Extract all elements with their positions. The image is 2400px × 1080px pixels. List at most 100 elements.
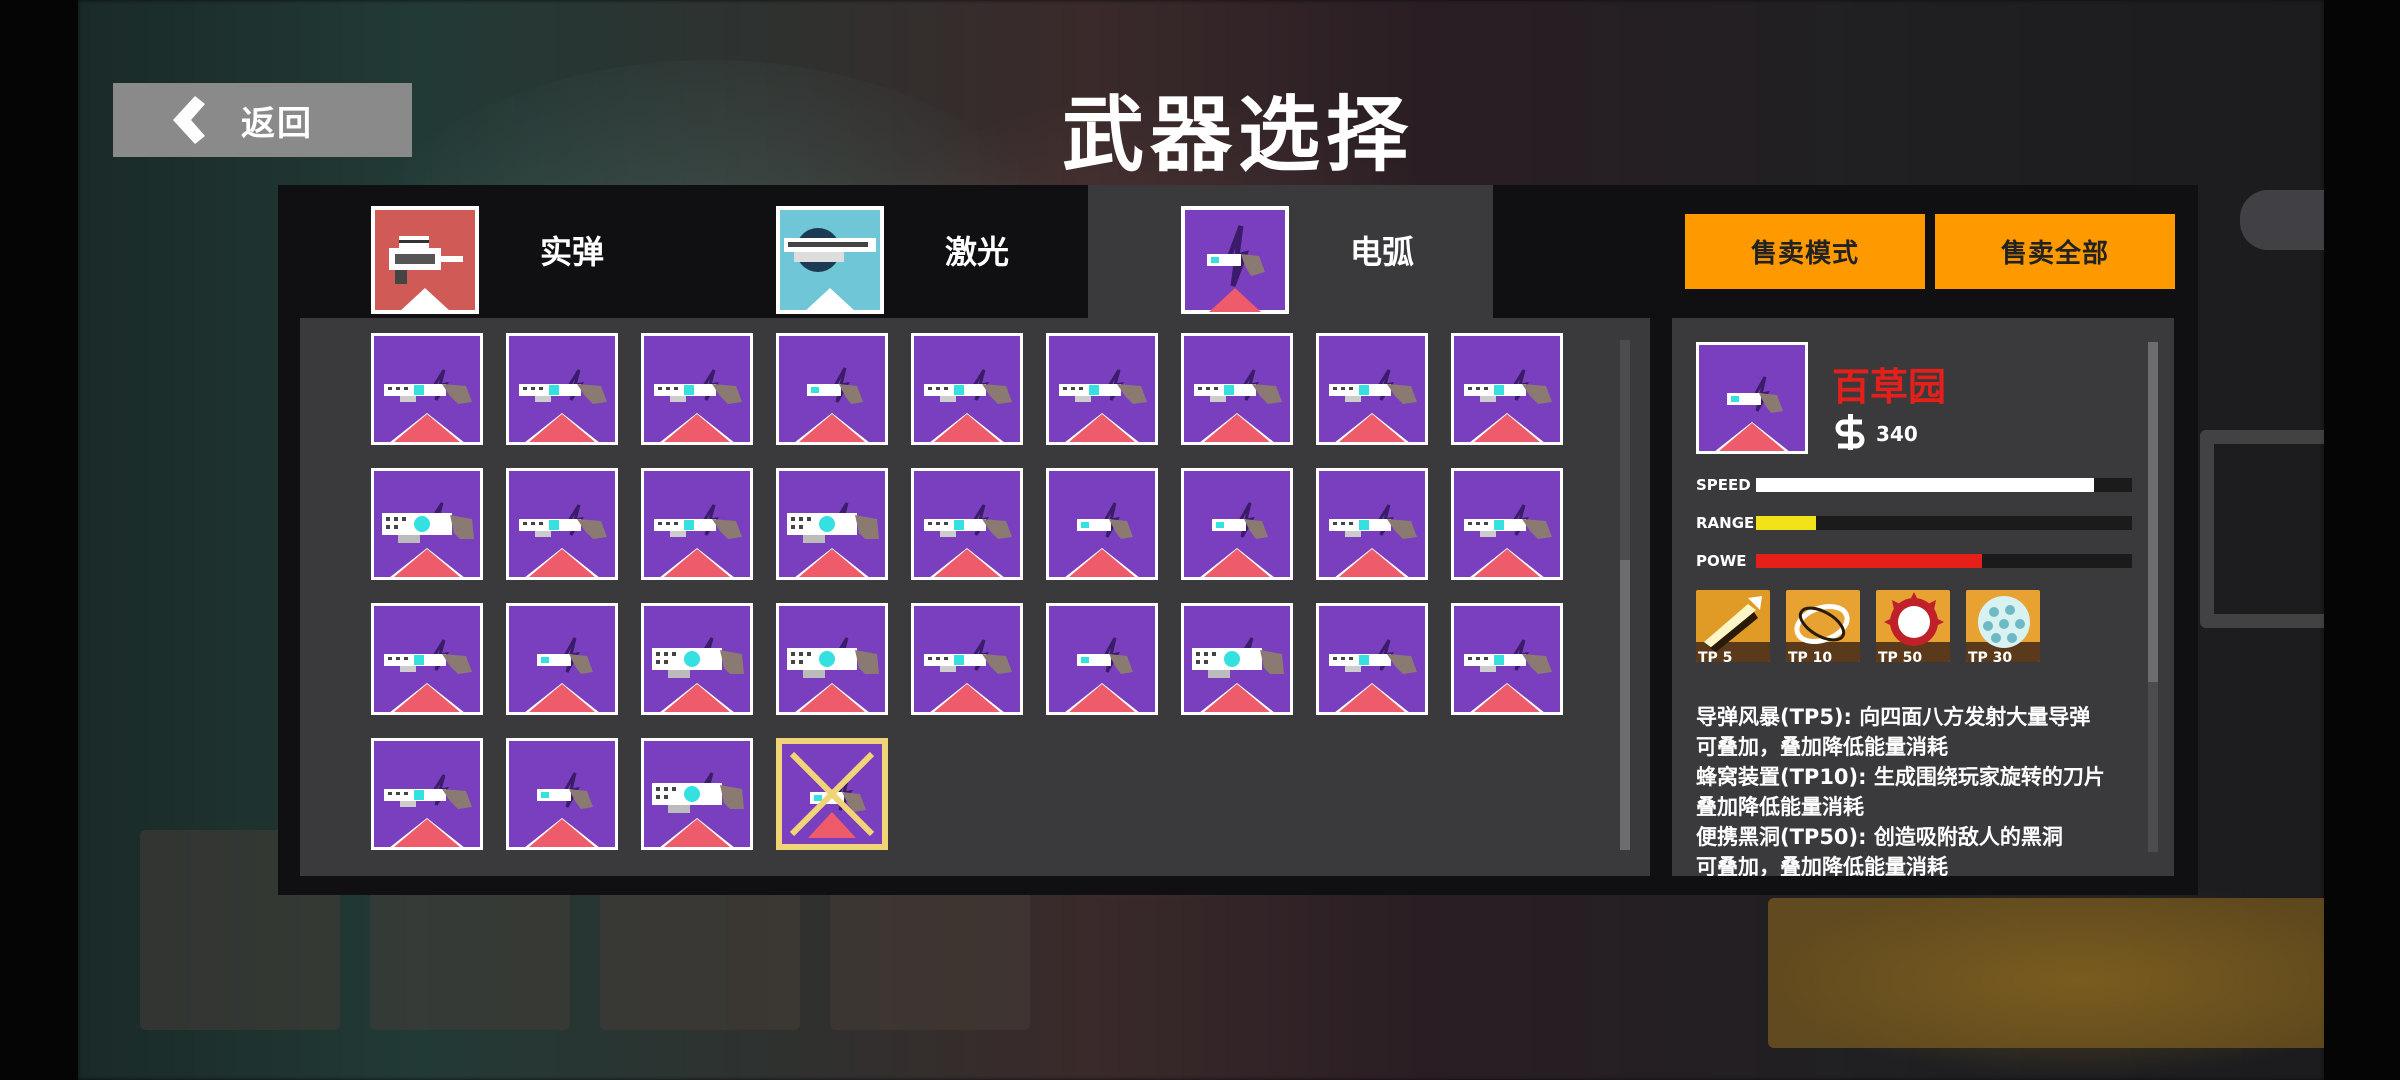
tab-laser[interactable]: 激光: [683, 185, 1088, 319]
arc-gun-icon: [1192, 368, 1284, 406]
weapon-slot[interactable]: [776, 468, 888, 580]
arc-gun-icon: [382, 368, 474, 406]
arc-gun-icon: [922, 368, 1014, 406]
weapon-slot-selected[interactable]: [776, 738, 888, 850]
stat-power-label: POWE: [1696, 552, 1747, 570]
arc-gun-icon: [382, 638, 474, 676]
tab-arc-label: 电弧: [1350, 233, 1415, 271]
weapon-slot[interactable]: [641, 333, 753, 445]
stat-range-label: RANGE: [1696, 514, 1755, 532]
arc-gun-icon: [1327, 368, 1419, 406]
desc-line: 叠加降低能量消耗: [1696, 795, 1864, 819]
currency-icon: [1835, 414, 1865, 450]
black-hole-icon[interactable]: TP 50: [1876, 590, 1950, 662]
orb-shield-icon[interactable]: TP 30: [1966, 590, 2040, 662]
weapon-slot[interactable]: [1046, 333, 1158, 445]
arc-gun-icon: [517, 503, 609, 541]
weapon-slot[interactable]: [1451, 468, 1563, 580]
stat-power-bar: [1756, 554, 2132, 568]
arc-gun-icon: [1075, 636, 1135, 676]
stat-range-bar: [1756, 516, 2132, 530]
weapon-slot[interactable]: [371, 603, 483, 715]
skill-tp-label: TP 5: [1698, 650, 1733, 662]
weapon-slot[interactable]: [371, 738, 483, 850]
skill-tp-label: TP 10: [1788, 650, 1833, 662]
arc-gun-icon: [517, 368, 609, 406]
arc-gun-icon: [1181, 206, 1289, 314]
sell-mode-button[interactable]: 售卖模式: [1685, 214, 1925, 289]
weapon-slot[interactable]: [641, 468, 753, 580]
weapon-slot[interactable]: [371, 333, 483, 445]
weapon-detail: 百草园 340 SPEED RANGE POWE TP 5 TP 10 TP 5…: [1672, 318, 2174, 876]
arc-gun-icon: [535, 636, 595, 676]
grid-scroll-thumb[interactable]: [1620, 560, 1630, 850]
arc-gun-icon: [1190, 636, 1286, 680]
desc-line: 导弹风暴(TP5): 向四面八方发射大量导弹: [1696, 705, 2091, 729]
arc-gun-icon: [382, 773, 474, 811]
rifle-icon: [371, 206, 479, 314]
arc-gun-icon: [1462, 368, 1554, 406]
weapon-slot[interactable]: [1181, 333, 1293, 445]
arc-gun-icon: [1327, 503, 1419, 541]
arc-gun-icon: [1462, 503, 1554, 541]
weapon-slot[interactable]: [1181, 603, 1293, 715]
sell-all-button[interactable]: 售卖全部: [1935, 214, 2175, 289]
weapon-slot[interactable]: [506, 738, 618, 850]
weapon-slot[interactable]: [641, 738, 753, 850]
weapon-price: 340: [1876, 422, 1918, 446]
weapon-name: 百草园: [1832, 365, 1947, 409]
blade-swarm-icon[interactable]: TP 10: [1786, 590, 1860, 662]
arc-gun-icon: [1327, 638, 1419, 676]
weapon-slot[interactable]: [506, 603, 618, 715]
tab-kinetic[interactable]: 实弹: [278, 185, 683, 319]
stat-speed-label: SPEED: [1696, 476, 1751, 494]
weapon-description: 导弹风暴(TP5): 向四面八方发射大量导弹 可叠加，叠加降低能量消耗 蜂窝装置…: [1696, 702, 2156, 876]
arc-gun-icon: [785, 636, 881, 680]
selected-weapon-icon: [1696, 342, 1808, 454]
weapon-slot[interactable]: [641, 603, 753, 715]
arc-gun-icon: [1057, 368, 1149, 406]
arc-gun-icon: [1462, 638, 1554, 676]
weapon-slot[interactable]: [1316, 333, 1428, 445]
skill-tp-label: TP 50: [1878, 650, 1923, 662]
weapon-slot[interactable]: [911, 603, 1023, 715]
weapon-slot[interactable]: [776, 333, 888, 445]
tab-laser-label: 激光: [945, 233, 1010, 271]
desc-line: 可叠加，叠加降低能量消耗: [1696, 735, 1948, 759]
arc-gun-icon: [650, 636, 746, 680]
weapon-slot[interactable]: [506, 468, 618, 580]
weapon-slot[interactable]: [911, 468, 1023, 580]
weapon-slot[interactable]: [776, 603, 888, 715]
desc-line: 蜂窝装置(TP10): 生成围绕玩家旋转的刀片: [1696, 765, 2105, 789]
weapon-slot[interactable]: [1451, 603, 1563, 715]
weapon-slot[interactable]: [1046, 603, 1158, 715]
arc-gun-icon: [650, 771, 746, 815]
desc-line: 便携黑洞(TP50): 创造吸附敌人的黑洞: [1696, 825, 2063, 849]
arc-gun-icon: [652, 503, 744, 541]
page-title: 武器选择: [1061, 88, 1414, 183]
skill-tp-label: TP 30: [1968, 650, 2013, 662]
weapon-slot[interactable]: [1451, 333, 1563, 445]
arc-gun-icon: [805, 366, 865, 406]
tab-kinetic-label: 实弹: [540, 233, 605, 271]
weapon-slot[interactable]: [911, 333, 1023, 445]
arc-gun-icon: [535, 771, 595, 811]
arc-gun-icon: [652, 368, 744, 406]
desc-line: 可叠加，叠加降低能量消耗: [1696, 855, 1948, 876]
tab-arc[interactable]: 电弧: [1088, 185, 1493, 319]
arc-gun-icon: [922, 638, 1014, 676]
weapon-slot[interactable]: [1181, 468, 1293, 580]
stat-speed-bar: [1756, 478, 2132, 492]
weapon-slot[interactable]: [1316, 468, 1428, 580]
arc-gun-icon: [1210, 501, 1270, 541]
arc-gun-icon: [380, 501, 476, 545]
weapon-slot[interactable]: [1316, 603, 1428, 715]
arc-gun-icon: [922, 503, 1014, 541]
laser-gun-icon: [776, 206, 884, 314]
weapon-slot[interactable]: [1046, 468, 1158, 580]
missile-storm-icon[interactable]: TP 5: [1696, 590, 1770, 662]
weapon-slot[interactable]: [506, 333, 618, 445]
arc-gun-icon: [785, 501, 881, 545]
weapon-slot[interactable]: [371, 468, 483, 580]
detail-scroll-thumb[interactable]: [2148, 342, 2158, 682]
